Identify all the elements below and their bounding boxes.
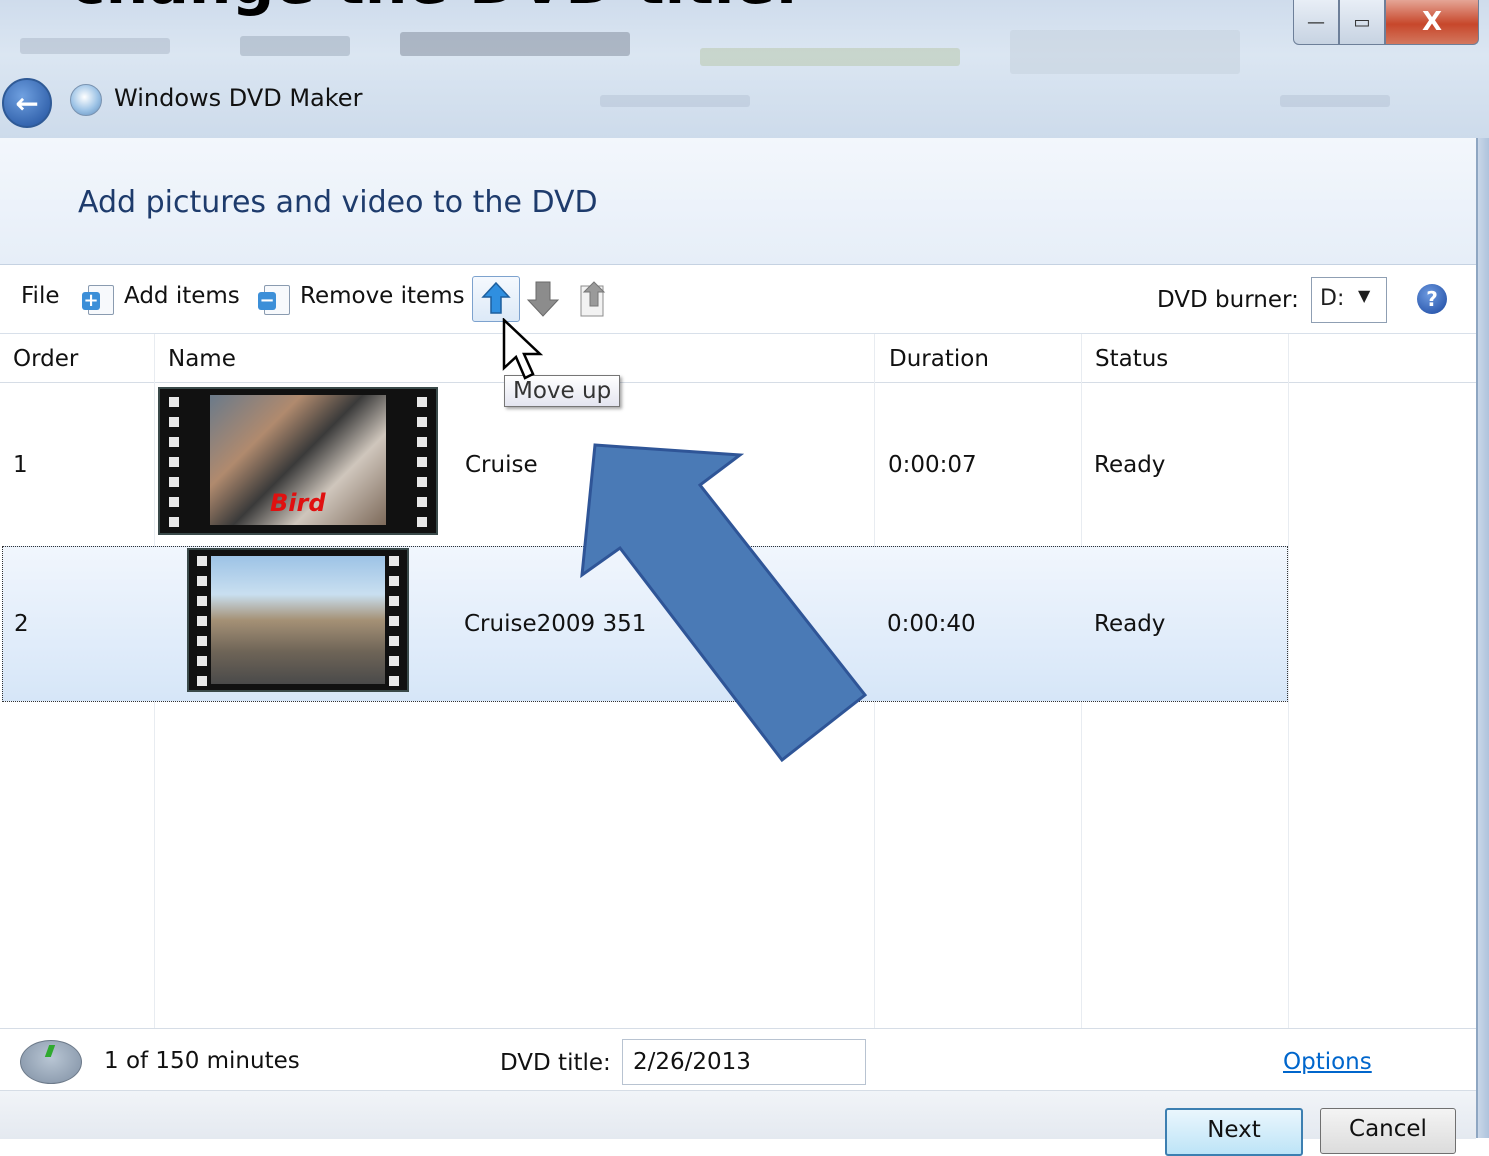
- window-controls: — ▭ X: [1293, 0, 1479, 46]
- blurred-background: [400, 32, 630, 56]
- blurred-background: [1010, 30, 1240, 74]
- mouse-cursor-icon: [502, 318, 544, 380]
- row-name: Cruise: [465, 452, 538, 478]
- column-header-name[interactable]: Name: [168, 346, 236, 372]
- row-order: 2: [14, 611, 29, 637]
- move-down-button[interactable]: [526, 278, 560, 322]
- close-button[interactable]: X: [1385, 0, 1479, 45]
- options-link[interactable]: Options: [1283, 1049, 1372, 1075]
- up-arrow-icon: [481, 281, 511, 314]
- row-status: Ready: [1094, 452, 1166, 478]
- slide-heading: change the DVD title.: [70, 0, 798, 18]
- cancel-button[interactable]: Cancel: [1320, 1108, 1456, 1154]
- dvd-maker-app-icon: [70, 84, 102, 116]
- column-divider: [1288, 334, 1289, 1028]
- dvd-burner-label: DVD burner:: [1157, 287, 1299, 313]
- dvd-burner-value: D:: [1320, 286, 1345, 311]
- row-duration: 0:00:40: [887, 611, 976, 637]
- dvd-title-label: DVD title:: [500, 1050, 611, 1076]
- file-menu[interactable]: File: [21, 283, 60, 309]
- maximize-button[interactable]: ▭: [1339, 0, 1385, 45]
- window-border: [1478, 138, 1489, 1138]
- blurred-background: [20, 38, 170, 54]
- chevron-down-icon: ▼: [1358, 286, 1371, 305]
- next-button[interactable]: Next: [1165, 1108, 1303, 1156]
- dvd-burner-select[interactable]: D: ▼: [1311, 277, 1387, 323]
- blurred-background: [1280, 95, 1390, 107]
- thumbnail-photo: [211, 556, 385, 684]
- move-up-button[interactable]: [472, 276, 520, 322]
- window-title: Windows DVD Maker: [114, 84, 363, 112]
- page-title: Add pictures and video to the DVD: [78, 185, 598, 220]
- disc-usage-icon: [20, 1040, 82, 1084]
- back-arrow-icon: ←: [15, 86, 39, 120]
- blurred-background: [600, 95, 750, 107]
- row-duration: 0:00:07: [888, 452, 977, 478]
- add-items-label: Add items: [124, 283, 240, 309]
- move-to-top-button[interactable]: [578, 280, 612, 320]
- film-strip-edge: [384, 550, 404, 690]
- add-file-icon: +: [82, 285, 114, 315]
- film-strip-edge: [192, 550, 212, 690]
- remove-file-icon: −: [258, 285, 290, 315]
- dvd-title-input[interactable]: [622, 1039, 866, 1085]
- remove-items-label: Remove items: [300, 283, 465, 309]
- row-order: 1: [13, 452, 28, 478]
- back-button[interactable]: ←: [2, 78, 52, 128]
- row-status: Ready: [1094, 611, 1166, 637]
- minutes-used: 1 of 150 minutes: [104, 1048, 300, 1074]
- video-thumbnail: Bird: [158, 387, 438, 535]
- window-titlebar: [0, 0, 1489, 138]
- thumbnail-caption: Bird: [270, 489, 326, 517]
- video-thumbnail: [187, 548, 409, 692]
- column-header-order[interactable]: Order: [13, 346, 78, 372]
- film-strip-edge: [164, 389, 184, 533]
- film-strip-edge: [412, 389, 432, 533]
- annotation-arrow: [580, 443, 868, 763]
- column-header-duration[interactable]: Duration: [889, 346, 989, 372]
- blurred-background: [240, 36, 350, 56]
- minimize-button[interactable]: —: [1293, 0, 1339, 45]
- column-header-status[interactable]: Status: [1095, 346, 1168, 372]
- help-icon[interactable]: ?: [1417, 284, 1447, 314]
- blurred-background: [700, 48, 960, 66]
